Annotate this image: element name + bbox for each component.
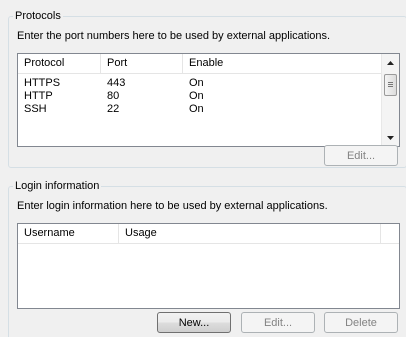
protocol-cell: SSH [24, 103, 47, 115]
scroll-down-arrow-icon[interactable] [382, 129, 399, 146]
login-group: Login information Enter login informatio… [8, 179, 406, 337]
protocols-description: Enter the port numbers here to be used b… [17, 30, 331, 42]
port-cell: 443 [107, 77, 126, 89]
protocols-list[interactable]: Protocol Port Enable HTTPS 443 On HTTP 8… [17, 53, 400, 147]
protocols-list-header: Protocol Port Enable [18, 54, 399, 74]
login-edit-button[interactable]: Edit... [241, 312, 315, 333]
enable-cell: On [189, 77, 204, 89]
login-description: Enter login information here to be used … [17, 200, 328, 212]
column-header-enable[interactable]: Enable [183, 54, 382, 73]
table-row[interactable]: SSH 22 On [18, 103, 382, 116]
enable-cell: On [189, 103, 204, 115]
login-list-header: Username Usage [18, 224, 399, 244]
protocol-cell: HTTP [24, 90, 53, 102]
port-cell: 22 [107, 103, 120, 115]
login-delete-button[interactable]: Delete [324, 312, 398, 333]
column-header-username[interactable]: Username [18, 224, 119, 243]
table-row[interactable]: HTTPS 443 On [18, 77, 382, 90]
login-group-title: Login information [13, 179, 102, 193]
protocol-cell: HTTPS [24, 77, 61, 89]
protocols-group-title: Protocols [13, 9, 63, 23]
column-header-protocol[interactable]: Protocol [18, 54, 101, 73]
column-header-port[interactable]: Port [101, 54, 183, 73]
protocols-group: Protocols Enter the port numbers here to… [8, 9, 406, 168]
protocols-edit-button[interactable]: Edit... [324, 145, 398, 166]
login-list[interactable]: Username Usage [17, 223, 400, 309]
scrollbar-thumb[interactable] [384, 74, 397, 96]
enable-cell: On [189, 90, 204, 102]
column-header-usage[interactable]: Usage [119, 224, 381, 243]
new-login-button[interactable]: New... [157, 312, 231, 333]
table-row[interactable]: HTTP 80 On [18, 90, 382, 103]
scroll-up-arrow-icon[interactable] [382, 54, 399, 71]
port-cell: 80 [107, 90, 120, 102]
vertical-scrollbar[interactable] [381, 54, 399, 146]
